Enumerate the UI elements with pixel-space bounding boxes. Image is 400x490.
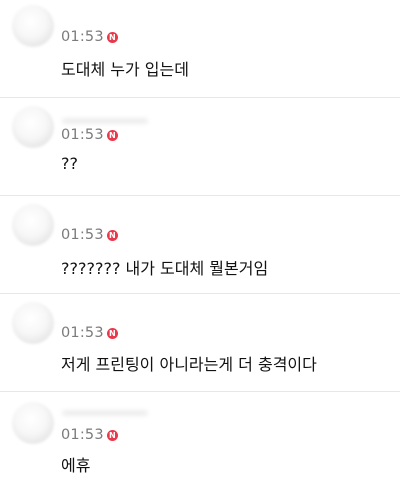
comment-text: 에휴 [61,456,91,475]
comment-meta: 01:53 N [61,226,118,244]
new-badge-icon: N [106,31,118,43]
user-avatar[interactable] [12,5,54,47]
user-avatar[interactable] [12,204,54,246]
comment-time: 01:53 [61,227,104,243]
author-name-blurred [62,410,148,416]
author-name-blurred [62,118,148,124]
new-badge-icon: N [106,429,118,441]
comment-item: 01:53 N ?? [0,98,400,196]
comment-item: 01:53 N ??????? 내가 도대체 뭘본거임 [0,196,400,294]
comment-time: 01:53 [61,127,104,143]
comment-meta: 01:53 N [61,126,118,144]
comment-text: 저게 프린팅이 아니라는게 더 충격이다 [61,355,317,374]
comment-item: 01:53 N 도대체 누가 입는데 [0,0,400,98]
comment-time: 01:53 [61,427,104,443]
user-avatar[interactable] [12,402,54,444]
new-badge-icon: N [106,229,118,241]
comment-text: ??????? 내가 도대체 뭘본거임 [61,259,269,278]
user-avatar[interactable] [12,106,54,148]
user-avatar[interactable] [12,302,54,344]
comment-time: 01:53 [61,325,104,341]
new-badge-icon: N [106,327,118,339]
comment-time: 01:53 [61,29,104,45]
comment-text: ?? [61,154,78,173]
comment-meta: 01:53 N [61,426,118,444]
comment-item: 01:53 N 에휴 [0,392,400,490]
new-badge-icon: N [106,129,118,141]
comment-item: 01:53 N 저게 프린팅이 아니라는게 더 충격이다 [0,294,400,392]
comment-meta: 01:53 N [61,324,118,342]
comment-text: 도대체 누가 입는데 [61,60,189,79]
comment-meta: 01:53 N [61,28,118,46]
